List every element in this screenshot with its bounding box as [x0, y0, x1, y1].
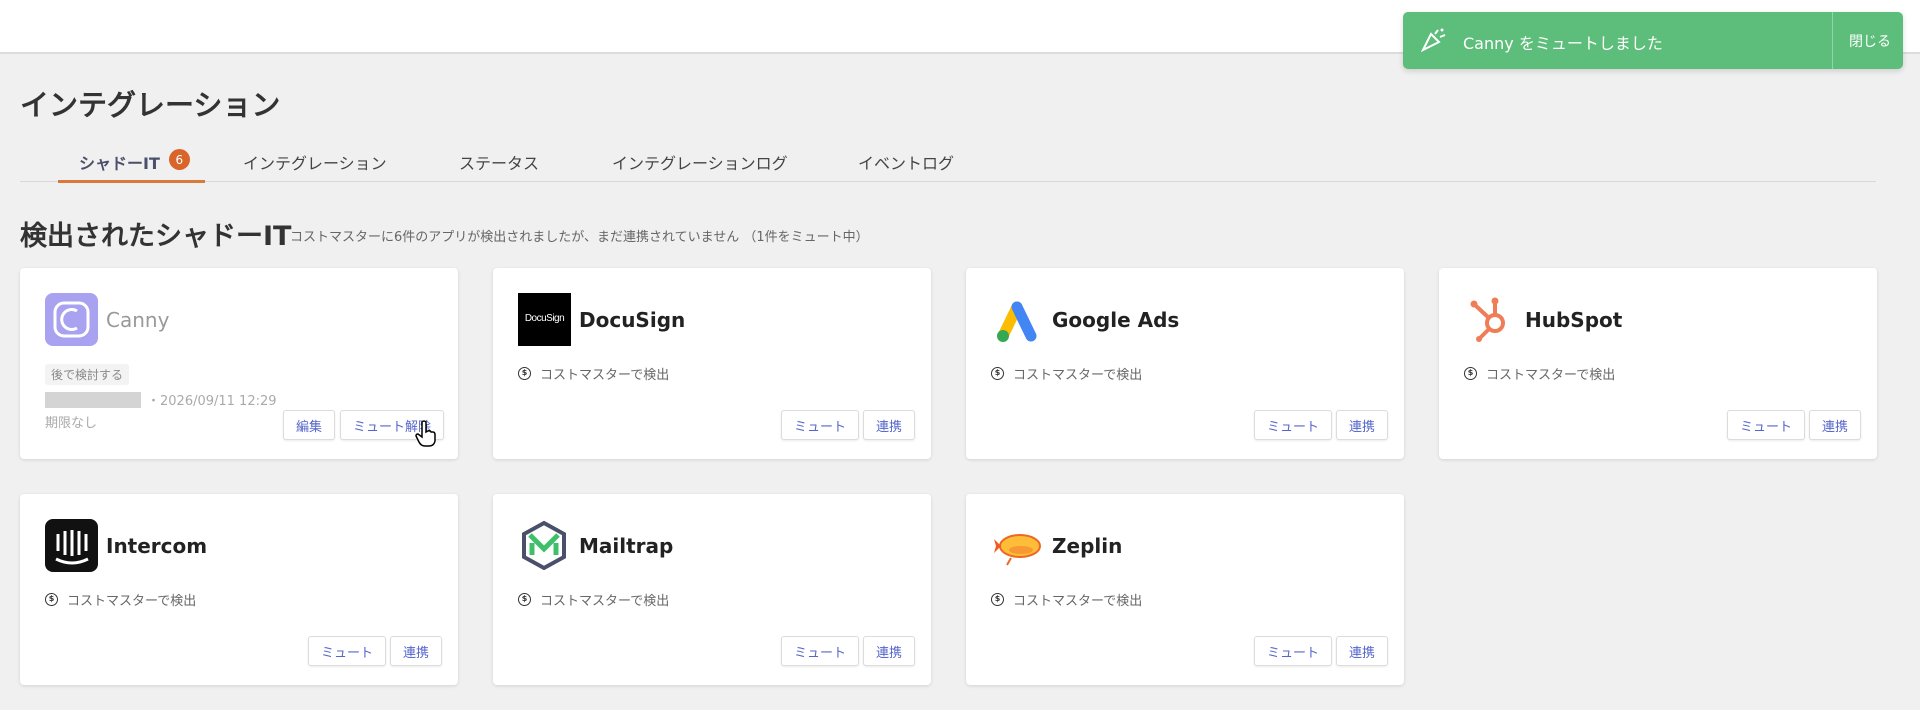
- app-name: Google Ads: [1052, 308, 1180, 332]
- status-tag: 後で検討する: [45, 364, 130, 385]
- party-popper-icon: [1420, 28, 1447, 56]
- detection-info: $ コストマスターで検出: [518, 590, 669, 609]
- connect-button[interactable]: 連携: [863, 636, 916, 666]
- app-name: DocuSign: [579, 308, 686, 332]
- hubspot-logo-icon: [1467, 293, 1515, 346]
- tab-label: イベントログ: [858, 154, 955, 173]
- connect-button[interactable]: 連携: [1809, 410, 1862, 440]
- app-card-intercom: Intercom $ コストマスターで検出 ミュート 連携: [20, 494, 458, 685]
- mute-button[interactable]: ミュート: [1254, 636, 1333, 666]
- tab-integration-log[interactable]: インテグレーションログ: [612, 144, 788, 182]
- dollar-icon: $: [991, 367, 1004, 380]
- mute-button[interactable]: ミュート: [781, 410, 860, 440]
- section-title: 検出されたシャドーIT: [20, 221, 292, 252]
- tab-label: インテグレーションログ: [612, 154, 788, 173]
- connect-button[interactable]: 連携: [1336, 410, 1389, 440]
- canny-logo-icon: [45, 293, 98, 346]
- mute-button[interactable]: ミュート: [781, 636, 860, 666]
- zeplin-logo-icon: [991, 519, 1044, 572]
- app-card-canny: Canny 後で検討する ・2026/09/11 12:29 期限なし 編集 ミ…: [20, 268, 458, 459]
- hand-cursor-icon: [415, 420, 437, 452]
- mailtrap-logo-icon: [518, 519, 571, 572]
- app-name: Canny: [106, 308, 170, 332]
- detection-info: $ コストマスターで検出: [518, 364, 669, 383]
- tab-label: インテグレーション: [243, 154, 387, 173]
- redacted-user: [45, 391, 141, 408]
- tab-integrations[interactable]: インテグレーション: [243, 144, 387, 182]
- dollar-icon: $: [991, 593, 1004, 606]
- tab-shadow-it[interactable]: シャドーIT 6: [58, 144, 205, 183]
- mute-date: ・2026/09/11 12:29: [147, 394, 277, 409]
- app-card-zeplin: Zeplin $ コストマスターで検出 ミュート 連携: [966, 494, 1404, 685]
- app-name: Intercom: [106, 534, 208, 558]
- dollar-icon: $: [45, 593, 58, 606]
- app-name: HubSpot: [1525, 308, 1623, 332]
- toast-notification: Canny をミュートしました 閉じる: [1403, 12, 1903, 69]
- app-card-docusign: DocuSign DocuSign $ コストマスターで検出 ミュート 連携: [493, 268, 931, 459]
- mute-meta: ・2026/09/11 12:29: [45, 390, 277, 409]
- tab-label: ステータス: [459, 154, 540, 173]
- dollar-icon: $: [518, 593, 531, 606]
- tab-bar: シャドーIT 6 インテグレーション ステータス インテグレーションログ イベン…: [20, 144, 1876, 183]
- tab-status[interactable]: ステータス: [459, 144, 539, 182]
- mute-button[interactable]: ミュート: [1727, 410, 1806, 440]
- connect-button[interactable]: 連携: [863, 410, 916, 440]
- app-name: Zeplin: [1052, 534, 1123, 558]
- connect-button[interactable]: 連携: [1336, 636, 1389, 666]
- detection-info: $ コストマスターで検出: [45, 590, 196, 609]
- detection-info: $ コストマスターで検出: [1464, 364, 1615, 383]
- detection-info: $ コストマスターで検出: [991, 590, 1142, 609]
- toast-close-button[interactable]: 閉じる: [1849, 31, 1891, 51]
- detection-info: $ コストマスターで検出: [991, 364, 1142, 383]
- google-ads-logo-icon: [991, 293, 1044, 346]
- dollar-icon: $: [518, 367, 531, 380]
- count-badge: 6: [168, 149, 190, 170]
- section-subtitle: コストマスターに6件のアプリが検出されましたが、まだ連携されていません （1件を…: [290, 230, 869, 245]
- toast-message: Canny をミュートしました: [1463, 34, 1663, 53]
- app-card-mailtrap: Mailtrap $ コストマスターで検出 ミュート 連携: [493, 494, 931, 685]
- edit-button[interactable]: 編集: [283, 410, 336, 440]
- mute-deadline: 期限なし: [45, 416, 98, 431]
- app-name: Mailtrap: [579, 534, 674, 558]
- intercom-logo-icon: [45, 519, 98, 572]
- page-title: インテグレーション: [20, 88, 281, 122]
- app-card-hubspot: HubSpot $ コストマスターで検出 ミュート 連携: [1439, 268, 1877, 459]
- toast-divider: [1832, 12, 1833, 69]
- mute-button[interactable]: ミュート: [1254, 410, 1333, 440]
- mute-button[interactable]: ミュート: [308, 636, 387, 666]
- tab-event-log[interactable]: イベントログ: [858, 144, 954, 182]
- app-card-google-ads: Google Ads $ コストマスターで検出 ミュート 連携: [966, 268, 1404, 459]
- tab-label: シャドーIT: [79, 154, 160, 173]
- connect-button[interactable]: 連携: [390, 636, 443, 666]
- dollar-icon: $: [1464, 367, 1477, 380]
- docusign-logo-icon: DocuSign: [518, 293, 571, 346]
